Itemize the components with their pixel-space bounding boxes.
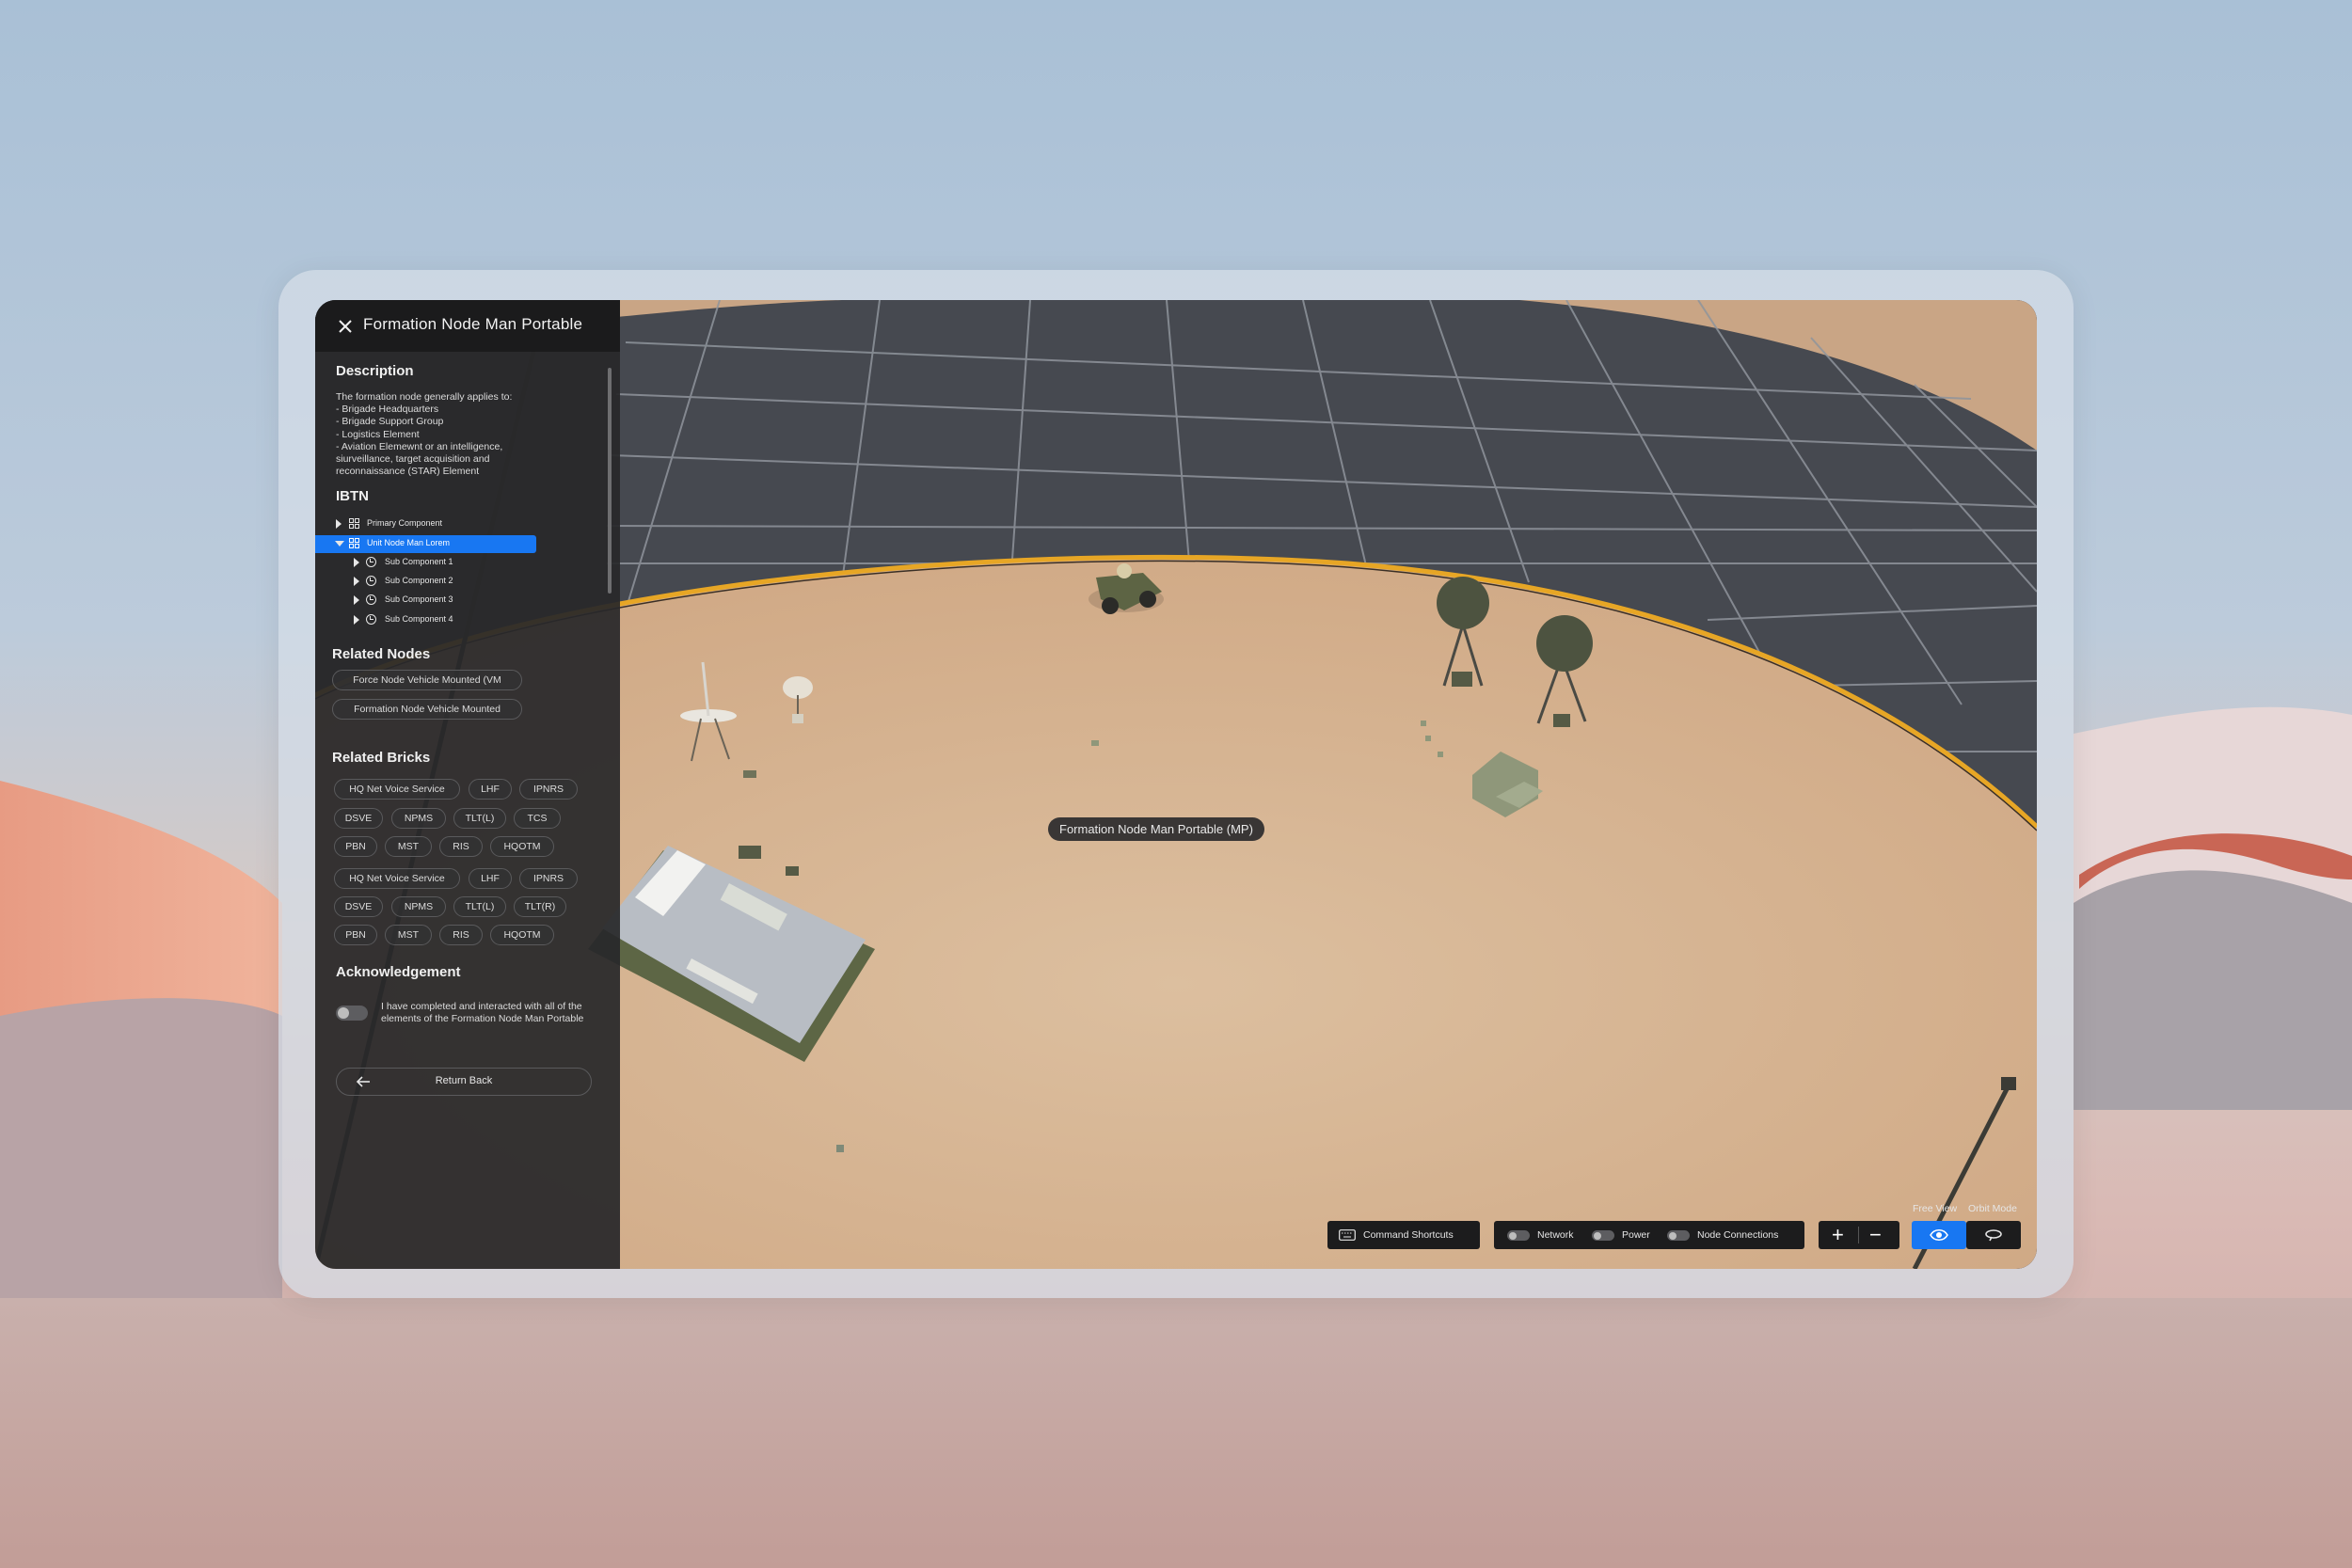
related-node-chip[interactable]: Formation Node Vehicle Mounted (332, 699, 522, 720)
brick-chip[interactable]: HQOTM (490, 836, 554, 857)
acknowledgement-heading: Acknowledgement (336, 964, 461, 980)
toggle-knob (338, 1007, 349, 1019)
related-node-chip[interactable]: Force Node Vehicle Mounted (VM (332, 670, 522, 690)
brick-chip[interactable]: RIS (439, 836, 483, 857)
brick-chip[interactable]: TLT(L) (453, 808, 506, 829)
brick-chip[interactable]: TLT(L) (453, 896, 506, 917)
app-viewport: Formation Node Man Portable Description … (315, 300, 2037, 1269)
brick-chip[interactable]: PBN (334, 925, 377, 945)
acknowledgement-toggle[interactable] (336, 1006, 368, 1021)
divider (1858, 1227, 1859, 1243)
free-view-button[interactable] (1912, 1221, 1966, 1249)
description-heading: Description (336, 363, 414, 379)
brick-chip[interactable]: LHF (469, 779, 512, 800)
details-panel: Formation Node Man Portable Description … (315, 300, 620, 1269)
caret-down-icon[interactable] (335, 541, 344, 546)
network-toggle[interactable] (1507, 1230, 1530, 1241)
caret-right-icon[interactable] (336, 519, 342, 529)
brick-chip[interactable]: HQ Net Voice Service (334, 868, 460, 889)
sub-component-icon (366, 576, 376, 586)
sub-component-icon (366, 614, 376, 625)
panel-scrollbar[interactable] (608, 368, 612, 594)
brick-chip[interactable]: RIS (439, 925, 483, 945)
brick-chip[interactable]: HQ Net Voice Service (334, 779, 460, 800)
brick-chip[interactable]: TCS (514, 808, 561, 829)
panel-header: Formation Node Man Portable (315, 300, 620, 352)
orbit-mode-label: Orbit Mode (1968, 1203, 2017, 1214)
related-nodes-heading: Related Nodes (332, 646, 431, 662)
return-back-button[interactable]: Return Back (336, 1068, 592, 1096)
zoom-out-button[interactable]: − (1869, 1225, 1882, 1245)
tree-item-sub-component[interactable]: Sub Component 3 (315, 592, 536, 609)
zoom-in-button[interactable]: + (1832, 1225, 1844, 1245)
sub-component-icon (366, 594, 376, 605)
brick-chip[interactable]: NPMS (391, 808, 446, 829)
tree-item-sub-component[interactable]: Sub Component 1 (315, 554, 536, 571)
description-text: The formation node generally applies to:… (336, 391, 513, 478)
brick-chip[interactable]: TLT(R) (514, 896, 566, 917)
close-icon[interactable] (336, 317, 355, 336)
tree-item-sub-component[interactable]: Sub Component 4 (315, 611, 536, 628)
power-toggle[interactable] (1592, 1230, 1614, 1241)
brick-chip[interactable]: IPNRS (519, 868, 578, 889)
component-grid-icon (349, 538, 359, 548)
layer-toggles-bar: Network Power Node Connections (1494, 1221, 1804, 1249)
tree-item-primary-component[interactable]: Primary Component (315, 515, 536, 532)
brick-chip[interactable]: MST (385, 836, 432, 857)
brick-chip[interactable]: DSVE (334, 896, 383, 917)
caret-right-icon[interactable] (354, 595, 359, 605)
orbit-icon (1985, 1229, 2002, 1242)
related-bricks-heading: Related Bricks (332, 750, 431, 766)
caret-right-icon[interactable] (354, 558, 359, 567)
tree-item-sub-component[interactable]: Sub Component 2 (315, 573, 536, 590)
brick-chip[interactable]: MST (385, 925, 432, 945)
eye-icon (1930, 1228, 1948, 1242)
sub-component-icon (366, 557, 376, 567)
command-shortcuts-button[interactable]: Command Shortcuts (1327, 1221, 1480, 1249)
node-connections-toggle[interactable] (1667, 1230, 1690, 1241)
panel-title: Formation Node Man Portable (363, 315, 583, 333)
caret-right-icon[interactable] (354, 615, 359, 625)
zoom-controls: + − (1819, 1221, 1899, 1249)
free-view-label: Free View (1913, 1203, 1958, 1214)
ibtn-heading: IBTN (336, 488, 369, 504)
tree-item-unit-node[interactable]: Unit Node Man Lorem (315, 535, 536, 552)
brick-chip[interactable]: HQOTM (490, 925, 554, 945)
component-grid-icon (349, 518, 359, 529)
keyboard-icon (1339, 1229, 1356, 1241)
caret-right-icon[interactable] (354, 577, 359, 586)
brick-chip[interactable]: NPMS (391, 896, 446, 917)
brick-chip[interactable]: PBN (334, 836, 377, 857)
brick-chip[interactable]: IPNRS (519, 779, 578, 800)
brick-chip[interactable]: DSVE (334, 808, 383, 829)
orbit-mode-button[interactable] (1966, 1221, 2021, 1249)
brick-chip[interactable]: LHF (469, 868, 512, 889)
acknowledgement-text: I have completed and interacted with all… (381, 1001, 584, 1024)
node-tooltip[interactable]: Formation Node Man Portable (MP) (1048, 817, 1264, 841)
